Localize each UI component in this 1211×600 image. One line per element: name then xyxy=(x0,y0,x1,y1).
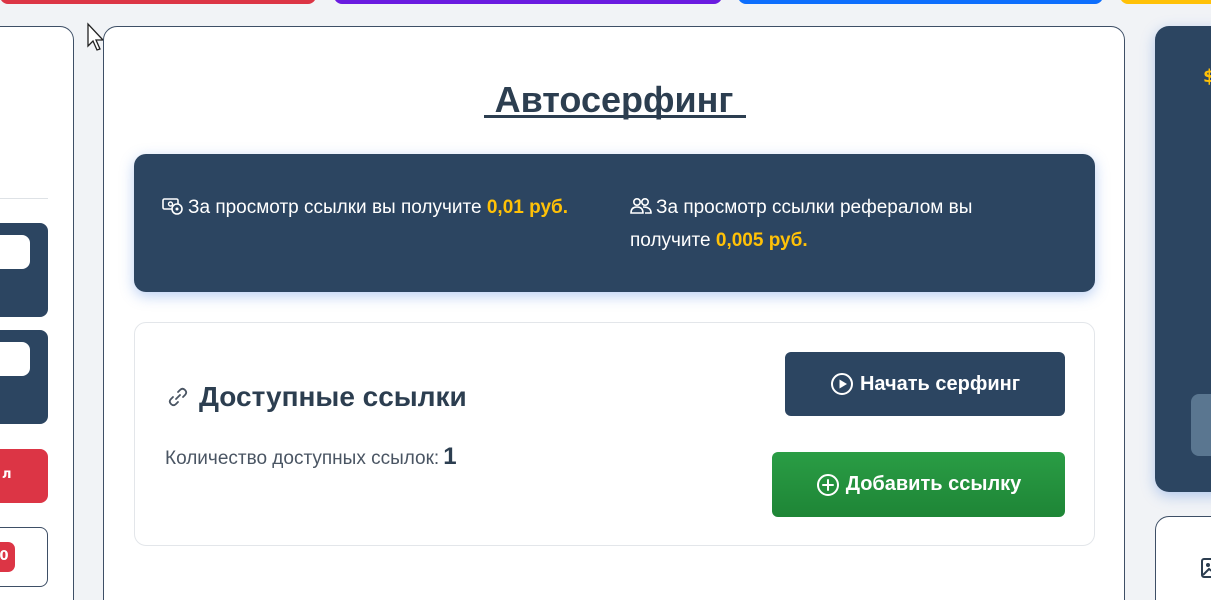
left-red-button-label: л xyxy=(2,467,12,482)
left-divider xyxy=(0,198,48,199)
cash-coin-icon xyxy=(162,198,183,215)
title-underline xyxy=(484,115,746,118)
top-bar-red xyxy=(0,0,316,4)
referral-reward-amount: 0,005 руб. xyxy=(715,230,808,251)
add-link-label: Добавить ссылку xyxy=(845,473,1022,495)
play-circle-icon xyxy=(830,373,853,395)
right-dark-panel: $ xyxy=(1155,26,1211,492)
top-bar-blue xyxy=(738,0,1103,4)
referral-reward-info: За просмотр ссылки рефералом вы получите… xyxy=(630,191,1050,257)
right-white-panel xyxy=(1155,516,1211,600)
own-reward-amount: 0,01 руб. xyxy=(486,197,569,218)
links-title: Доступные ссылки xyxy=(167,381,467,413)
reward-info-box: За просмотр ссылки вы получите 0,01 руб.… xyxy=(134,154,1095,292)
links-count-value: 1 xyxy=(443,443,457,470)
own-reward-text: За просмотр ссылки вы получите xyxy=(188,197,482,218)
link-icon xyxy=(168,387,188,407)
available-links-panel: Доступные ссылки Количество доступных сс… xyxy=(134,322,1095,546)
left-red-button[interactable]: л xyxy=(0,449,48,503)
links-title-text: Доступные ссылки xyxy=(199,381,467,412)
own-reward-info: За просмотр ссылки вы получите 0,01 руб. xyxy=(162,191,592,224)
left-pill xyxy=(0,342,30,376)
dollar-icon: $ xyxy=(1203,66,1211,87)
add-link-button[interactable]: Добавить ссылку xyxy=(772,452,1065,517)
top-bar-purple xyxy=(334,0,722,4)
links-count-label: Количество доступных ссылок: xyxy=(165,448,440,469)
autosurf-card: Автосерфинг За просмотр ссылки вы получи… xyxy=(103,26,1125,600)
start-surfing-label: Начать серфинг xyxy=(859,372,1021,395)
left-dark-block-2[interactable] xyxy=(0,330,48,424)
people-icon xyxy=(630,197,652,214)
top-bar-yellow xyxy=(1120,0,1211,4)
right-panel-button[interactable] xyxy=(1191,394,1211,456)
left-dark-block-1[interactable] xyxy=(0,223,48,317)
left-white-button[interactable]: 0 xyxy=(0,527,48,587)
left-pill xyxy=(0,235,30,269)
start-surfing-button[interactable]: Начать серфинг xyxy=(785,352,1065,416)
links-count: Количество доступных ссылок: 1 xyxy=(165,443,457,471)
plus-circle-icon xyxy=(816,473,839,496)
image-icon xyxy=(1201,558,1211,578)
left-badge: 0 xyxy=(0,542,15,572)
